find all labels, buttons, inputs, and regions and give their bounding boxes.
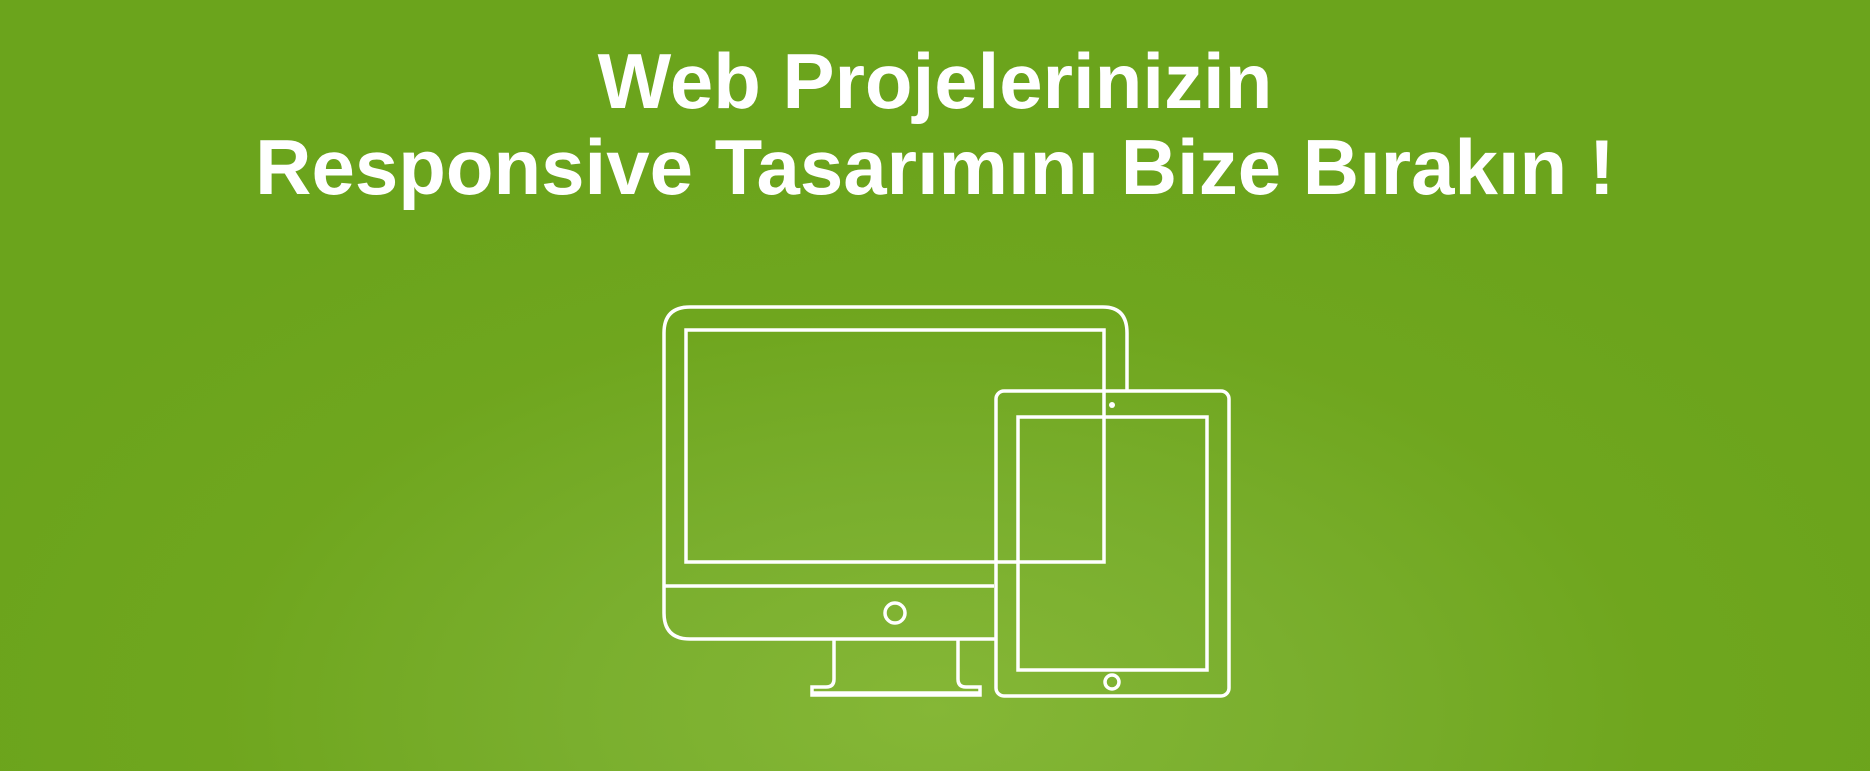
hero-banner: Web Projelerinizin Responsive Tasarımını… [0,0,1870,771]
devices-illustration [662,305,1231,698]
tablet-icon [994,389,1231,698]
desktop-monitor-icon [662,305,1129,697]
